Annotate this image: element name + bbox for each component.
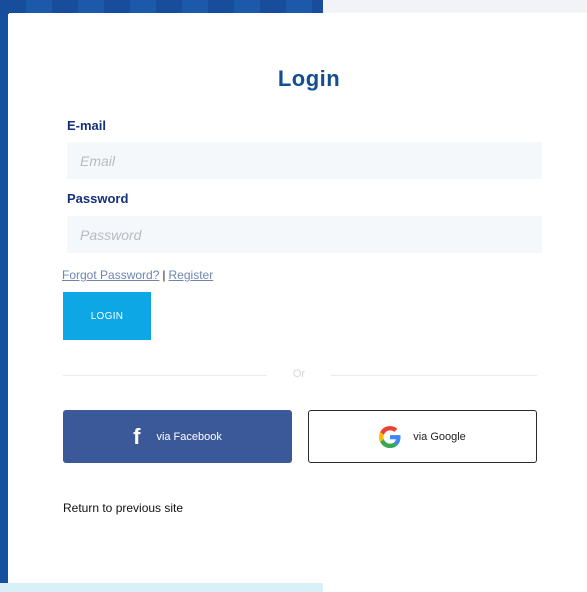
- login-card: Login E-mail Password Forgot Password?|R…: [9, 13, 587, 583]
- google-login-button[interactable]: via Google: [308, 410, 537, 463]
- background-frame-top-right: [323, 0, 587, 14]
- email-label: E-mail: [67, 118, 107, 133]
- forgot-password-link[interactable]: Forgot Password?: [62, 268, 159, 282]
- background-frame-bottom: [0, 583, 323, 592]
- password-input[interactable]: [67, 216, 542, 253]
- facebook-button-label: via Facebook: [156, 430, 222, 443]
- facebook-login-button[interactable]: f via Facebook: [63, 410, 292, 463]
- or-divider-text: Or: [292, 368, 306, 380]
- page-title: Login: [277, 66, 341, 91]
- password-label: Password: [67, 191, 129, 206]
- email-input[interactable]: [67, 142, 542, 179]
- background-frame-top: [0, 0, 323, 14]
- divider-right: [331, 375, 537, 376]
- background-frame-left: [0, 0, 8, 592]
- divider-left: [63, 375, 267, 376]
- register-link[interactable]: Register: [169, 268, 214, 282]
- return-to-previous-site-link[interactable]: Return to previous site: [63, 501, 183, 515]
- google-button-label: via Google: [413, 430, 466, 443]
- link-separator: |: [162, 268, 166, 282]
- login-button[interactable]: LOGIN: [63, 292, 151, 340]
- facebook-icon: f: [133, 423, 141, 449]
- google-icon: [379, 425, 401, 448]
- account-links: Forgot Password? | Register: [62, 268, 213, 282]
